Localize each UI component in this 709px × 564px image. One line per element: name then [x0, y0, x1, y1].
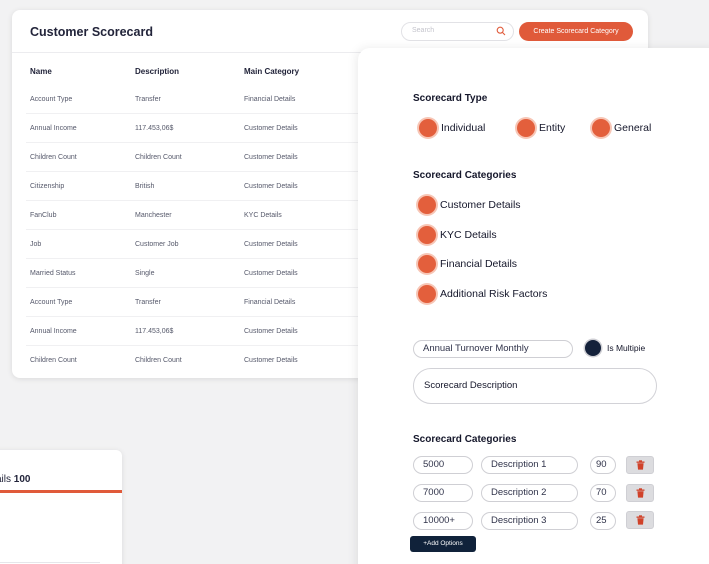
toggle-knob	[585, 340, 601, 356]
cell-main-category: Financial Details	[244, 299, 296, 306]
cell-description: Transfer	[135, 96, 161, 103]
is-multiple-toggle[interactable]: Is Multipie	[585, 340, 645, 356]
option-description-input[interactable]: Description 2	[481, 484, 578, 502]
cell-name: Account Type	[30, 96, 73, 103]
cell-main-category: KYC Details	[244, 212, 282, 219]
column-header-description[interactable]: Description	[135, 67, 179, 76]
radio-additional-risk-factors[interactable]: Additional Risk Factors	[418, 284, 547, 304]
cell-description: Customer Job	[135, 241, 179, 248]
scorecard-description-input[interactable]: Scorecard Description	[413, 368, 657, 404]
details-summary-card: ails 100	[0, 450, 122, 564]
radio-dot	[418, 226, 436, 244]
delete-option-button[interactable]	[626, 511, 654, 529]
radio-label: Customer Details	[440, 199, 521, 211]
trash-icon	[636, 460, 644, 470]
trash-icon	[636, 488, 644, 498]
field-name-input[interactable]: Annual Turnover Monthly	[413, 340, 573, 358]
cell-description: Children Count	[135, 357, 182, 364]
cell-description: Single	[135, 270, 155, 277]
details-label: ails	[0, 474, 12, 485]
cell-description: Children Count	[135, 154, 182, 161]
scorecard-categories-heading: Scorecard Categories	[413, 170, 517, 181]
cell-name: FanClub	[30, 212, 57, 219]
cell-description: British	[135, 183, 155, 190]
search-input[interactable]: Search	[401, 22, 514, 41]
options-heading: Scorecard Categories	[413, 434, 517, 445]
details-summary-text: ails 100	[0, 474, 30, 485]
cell-main-category: Customer Details	[244, 328, 298, 335]
cell-name: Children Count	[30, 154, 77, 161]
radio-label: Entity	[539, 122, 566, 134]
search-icon	[496, 26, 506, 36]
option-score-input[interactable]: 25	[590, 512, 616, 530]
cell-main-category: Customer Details	[244, 270, 298, 277]
option-value-input[interactable]: 10000+	[413, 512, 473, 530]
radio-dot	[419, 119, 437, 137]
option-score-input[interactable]: 70	[590, 484, 616, 502]
cell-main-category: Customer Details	[244, 241, 298, 248]
radio-label: General	[614, 122, 652, 134]
radio-general[interactable]: General	[592, 118, 651, 138]
option-description-input[interactable]: Description 3	[481, 512, 578, 530]
column-header-main-category[interactable]: Main Category	[244, 67, 299, 76]
radio-individual[interactable]: Individual	[419, 118, 485, 138]
scorecard-type-heading: Scorecard Type	[413, 93, 488, 104]
delete-option-button[interactable]	[626, 484, 654, 502]
radio-kyc-details[interactable]: KYC Details	[418, 225, 497, 245]
cell-name: Job	[30, 241, 42, 248]
radio-label: Financial Details	[440, 258, 518, 270]
cell-name: Account Type	[30, 299, 73, 306]
details-divider	[0, 562, 100, 563]
radio-entity[interactable]: Entity	[517, 118, 565, 138]
option-description-input[interactable]: Description 1	[481, 456, 578, 474]
cell-description: 117.453,06$	[135, 125, 174, 132]
radio-label: Additional Risk Factors	[440, 288, 548, 300]
column-header-name[interactable]: Name	[30, 67, 52, 76]
cell-name: Citizenship	[30, 183, 65, 190]
cell-name: Annual Income	[30, 328, 77, 335]
cell-main-category: Financial Details	[244, 96, 296, 103]
cell-description: 117.453,06$	[135, 328, 174, 335]
radio-dot	[418, 196, 436, 214]
page-title: Customer Scorecard	[30, 25, 153, 39]
cell-main-category: Customer Details	[244, 154, 298, 161]
radio-dot	[592, 119, 610, 137]
radio-dot	[517, 119, 535, 137]
details-value: 100	[13, 474, 31, 485]
details-progress-bar	[0, 490, 122, 493]
cell-main-category: Customer Details	[244, 125, 298, 132]
delete-option-button[interactable]	[626, 456, 654, 474]
search-placeholder: Search	[412, 27, 435, 34]
option-score-input[interactable]: 90	[590, 456, 616, 474]
cell-name: Annual Income	[30, 125, 77, 132]
is-multiple-label: Is Multipie	[607, 343, 646, 353]
radio-dot	[418, 285, 436, 303]
option-value-input[interactable]: 5000	[413, 456, 473, 474]
radio-label: KYC Details	[440, 229, 497, 241]
trash-icon	[636, 515, 644, 525]
radio-label: Individual	[441, 122, 486, 134]
cell-main-category: Customer Details	[244, 357, 298, 364]
add-options-button[interactable]: +Add Options	[410, 536, 476, 552]
cell-name: Married Status	[30, 270, 76, 277]
radio-customer-details[interactable]: Customer Details	[418, 195, 521, 215]
scorecard-form-panel: Scorecard Type Individual Entity General…	[358, 48, 709, 564]
radio-dot	[418, 255, 436, 273]
radio-financial-details[interactable]: Financial Details	[418, 254, 517, 274]
cell-name: Children Count	[30, 357, 77, 364]
create-scorecard-category-button[interactable]: Create Scorecard Category	[519, 22, 633, 41]
cell-description: Transfer	[135, 299, 161, 306]
option-value-input[interactable]: 7000	[413, 484, 473, 502]
cell-description: Manchester	[135, 212, 172, 219]
cell-main-category: Customer Details	[244, 183, 298, 190]
